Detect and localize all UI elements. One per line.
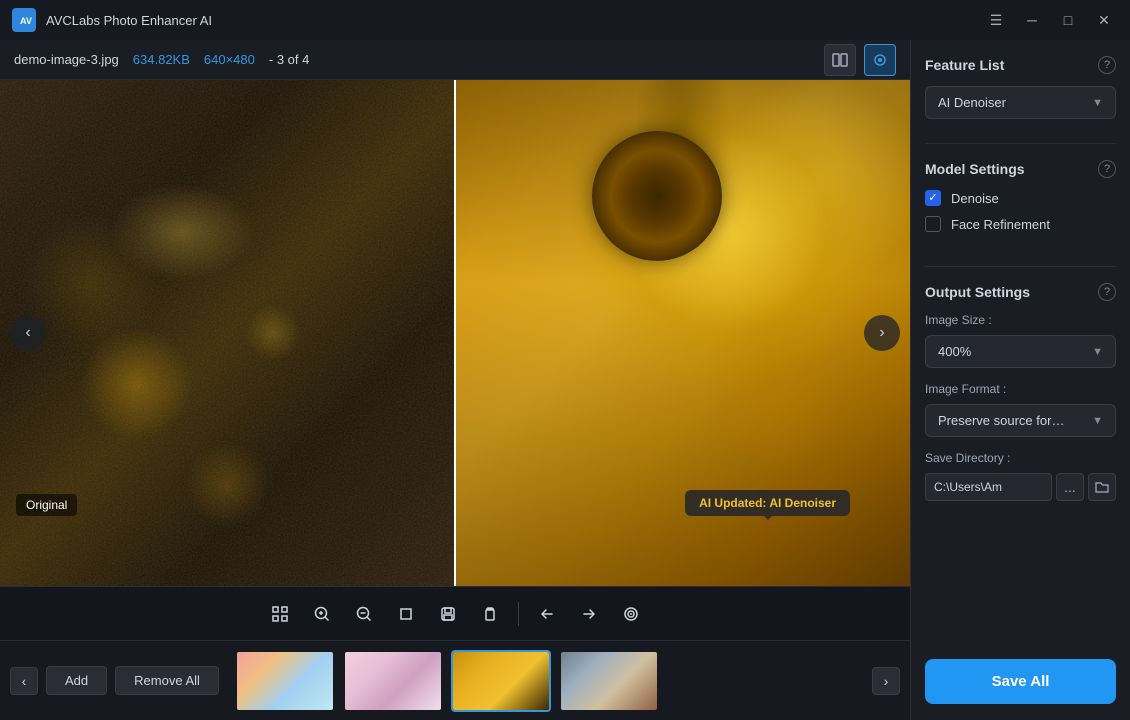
save-all-button[interactable]: Save All (925, 659, 1116, 704)
delete-button[interactable] (472, 596, 508, 632)
thumbnail-2[interactable] (343, 650, 443, 712)
output-settings-header: Output Settings ? (925, 283, 1116, 301)
app-title: AVCLabs Photo Enhancer AI (46, 13, 982, 28)
bottom-strip: ‹ Add Remove All › (0, 640, 910, 720)
window-controls: ☰ ─ □ ✕ (982, 6, 1118, 34)
output-settings-help-icon[interactable]: ? (1098, 283, 1116, 301)
model-settings-help-icon[interactable]: ? (1098, 160, 1116, 178)
thumbnail-list (235, 650, 864, 712)
zoom-in-button[interactable] (304, 596, 340, 632)
feature-list-chevron-icon: ▼ (1092, 97, 1103, 109)
main-content: demo-image-3.jpg 634.82KB 640×480 - 3 of… (0, 40, 1130, 720)
model-settings-title: Model Settings (925, 161, 1025, 177)
feature-list-section: Feature List ? AI Denoiser ▼ (925, 56, 1116, 119)
prev-image-button[interactable]: ‹ (10, 315, 46, 351)
thumb-image-4 (561, 652, 657, 710)
zoom-out-button[interactable] (346, 596, 382, 632)
divider-1 (925, 143, 1116, 144)
fit-screen-button[interactable] (262, 596, 298, 632)
thumb-image-3 (453, 652, 549, 710)
dimensions-label: 640×480 (204, 52, 255, 67)
denoise-checkbox[interactable] (925, 190, 941, 206)
image-format-chevron-icon: ▼ (1092, 415, 1103, 427)
split-view-button[interactable] (824, 44, 856, 76)
image-format-dropdown[interactable]: Preserve source forma ▼ (925, 404, 1116, 437)
feature-list-help-icon[interactable]: ? (1098, 56, 1116, 74)
minimize-button[interactable]: ─ (1018, 6, 1046, 34)
denoise-row: Denoise (925, 190, 1116, 206)
strip-prev-button[interactable]: ‹ (10, 667, 38, 695)
feature-list-title: Feature List (925, 57, 1004, 73)
undo-button[interactable] (529, 596, 565, 632)
strip-next-button[interactable]: › (872, 667, 900, 695)
feature-list-dropdown[interactable]: AI Denoiser ▼ (925, 86, 1116, 119)
model-settings-section: Model Settings ? Denoise Face Refinement (925, 160, 1116, 242)
thumbnail-3[interactable] (451, 650, 551, 712)
divider-2 (925, 266, 1116, 267)
feature-list-value: AI Denoiser (938, 95, 1006, 110)
toolbar-separator (518, 602, 519, 626)
image-size-dropdown[interactable]: 400% ▼ (925, 335, 1116, 368)
split-divider[interactable] (454, 80, 456, 586)
ai-updated-tooltip: AI Updated: AI Denoiser (685, 490, 850, 516)
save-dir-row: C:\Users\Am ... (925, 473, 1116, 501)
image-format-value: Preserve source forma (938, 413, 1068, 428)
view-buttons (824, 44, 896, 76)
maximize-button[interactable]: □ (1054, 6, 1082, 34)
image-format-label: Image Format : (925, 382, 1116, 396)
close-button[interactable]: ✕ (1090, 6, 1118, 34)
right-panel: Feature List ? AI Denoiser ▼ Model Setti… (910, 40, 1130, 720)
thumbnail-4[interactable] (559, 650, 659, 712)
image-size-chevron-icon: ▼ (1092, 346, 1103, 358)
remove-all-button[interactable]: Remove All (115, 666, 219, 695)
save-dir-label: Save Directory : (925, 451, 1116, 465)
thumb-image-1 (237, 652, 333, 710)
svg-text:AV: AV (20, 16, 32, 26)
denoise-label: Denoise (951, 191, 999, 206)
output-settings-title: Output Settings (925, 284, 1030, 300)
filename-label: demo-image-3.jpg (14, 52, 119, 67)
left-panel: demo-image-3.jpg 634.82KB 640×480 - 3 of… (0, 40, 910, 720)
preview-button[interactable] (864, 44, 896, 76)
save-button[interactable] (430, 596, 466, 632)
face-refinement-checkbox[interactable] (925, 216, 941, 232)
add-button[interactable]: Add (46, 666, 107, 695)
face-refinement-row: Face Refinement (925, 216, 1116, 232)
crop-button[interactable] (388, 596, 424, 632)
menu-button[interactable]: ☰ (982, 6, 1010, 34)
filesize-label: 634.82KB (133, 52, 190, 67)
thumbnail-1[interactable] (235, 650, 335, 712)
save-dir-folder-button[interactable] (1088, 473, 1116, 501)
image-toolbar (0, 586, 910, 640)
image-viewer: ‹ › Original AI Updated: AI Denoiser (0, 80, 910, 586)
output-settings-section: Output Settings ? Image Size : 400% ▼ Im… (925, 283, 1116, 501)
ai-tooltip-text: AI Updated: AI Denoiser (699, 496, 836, 510)
target-button[interactable] (613, 596, 649, 632)
add-remove-buttons: Add Remove All (46, 666, 219, 695)
redo-button[interactable] (571, 596, 607, 632)
image-size-value: 400% (938, 344, 971, 359)
thumb-image-2 (345, 652, 441, 710)
image-size-label: Image Size : (925, 313, 1116, 327)
original-label: Original (16, 494, 77, 516)
face-refinement-label: Face Refinement (951, 217, 1050, 232)
image-count-label: - 3 of 4 (269, 52, 309, 67)
model-settings-header: Model Settings ? (925, 160, 1116, 178)
feature-list-header: Feature List ? (925, 56, 1116, 74)
app-logo: AV (12, 8, 36, 32)
title-bar: AV AVCLabs Photo Enhancer AI ☰ ─ □ ✕ (0, 0, 1130, 40)
next-image-button[interactable]: › (864, 315, 900, 351)
info-bar: demo-image-3.jpg 634.82KB 640×480 - 3 of… (0, 40, 910, 80)
save-dir-more-button[interactable]: ... (1056, 473, 1084, 501)
save-dir-input[interactable]: C:\Users\Am (925, 473, 1052, 501)
